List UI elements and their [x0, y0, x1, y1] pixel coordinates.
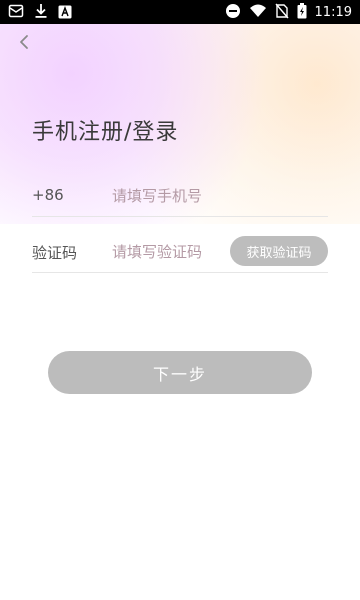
chevron-left-icon [18, 34, 30, 54]
next-step-button[interactable]: 下一步 [48, 351, 312, 394]
battery-charging-icon [297, 3, 307, 23]
status-bar-right: 11:19 [225, 3, 352, 23]
country-code-label: +86 [32, 186, 64, 204]
no-sim-icon [274, 3, 289, 23]
get-code-button[interactable]: 获取验证码 [230, 236, 328, 266]
phone-field-row: +86 [32, 176, 328, 217]
gallery-icon [8, 3, 24, 23]
status-time: 11:19 [314, 5, 352, 20]
page-title: 手机注册/登录 [32, 120, 179, 145]
status-bar-left [8, 3, 72, 23]
download-icon [34, 3, 48, 23]
verification-code-input[interactable] [112, 238, 242, 266]
do-not-disturb-icon [225, 3, 241, 23]
app-icon [58, 4, 72, 23]
wifi-icon [249, 3, 267, 23]
back-button[interactable] [14, 34, 34, 54]
code-field-row: 验证码 获取验证码 [32, 232, 328, 273]
status-bar: 11:19 [0, 0, 360, 24]
phone-input[interactable] [112, 182, 312, 210]
verification-code-label: 验证码 [32, 244, 78, 262]
